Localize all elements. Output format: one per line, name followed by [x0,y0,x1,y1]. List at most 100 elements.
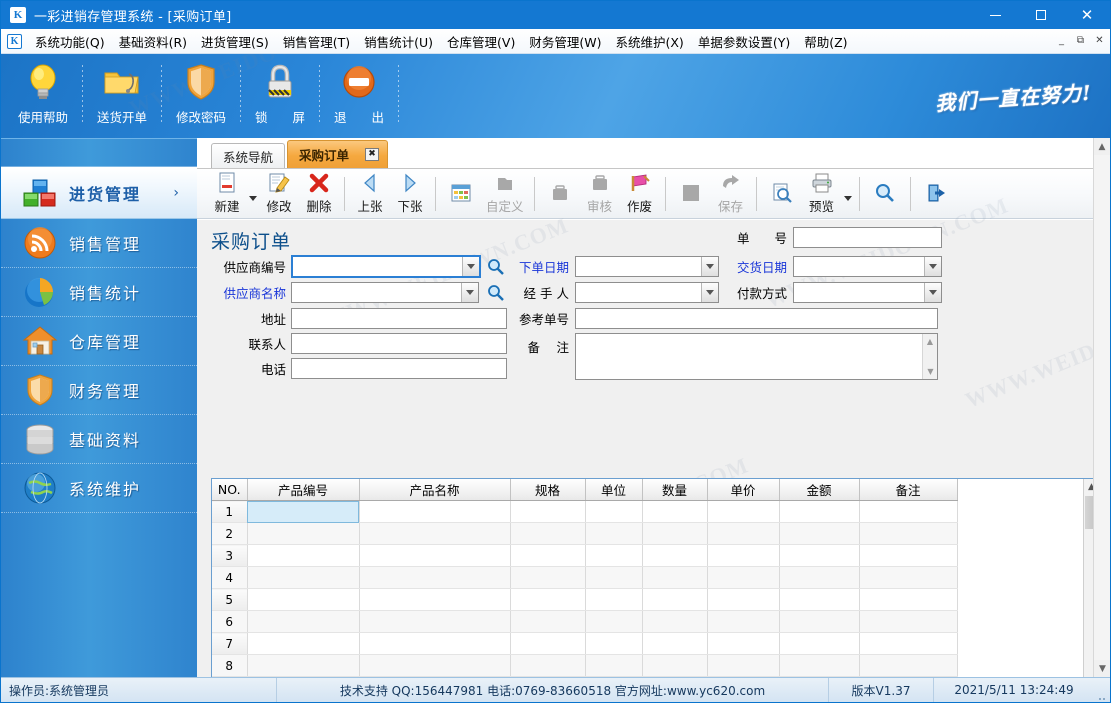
cell-remark[interactable] [859,522,958,545]
delivery-date-input[interactable] [793,256,942,277]
cell-product-name[interactable] [359,500,511,523]
toolbar-button-lock-screen[interactable]: 锁 屏 [244,59,316,126]
phone-input[interactable] [291,358,507,379]
menu-item-basic-data[interactable]: 基础资料(R) [112,29,194,54]
cell-product-name[interactable] [359,522,511,545]
cell-qty[interactable] [642,588,708,611]
close-button[interactable]: ✕ [1064,1,1110,29]
cell-product-name[interactable] [359,610,511,633]
menu-item-doc-params[interactable]: 单据参数设置(Y) [691,29,797,54]
form-button-customize[interactable] [441,171,481,217]
minimize-button[interactable] [972,1,1018,29]
cell-price[interactable] [707,522,780,545]
cell-qty[interactable] [642,566,708,589]
table-row[interactable]: 3 [212,544,958,567]
payment-method-dropdown-button[interactable] [924,283,941,302]
sidebar-item-sales-stats[interactable]: 销售统计 [1,268,197,317]
cell-spec[interactable] [510,522,586,545]
form-button-cancel[interactable]: 保存 [711,171,751,217]
cell-unit[interactable] [585,610,643,633]
cell-product-name[interactable] [359,588,511,611]
col-remark[interactable]: 备注 [859,479,958,501]
doc-no-input[interactable] [793,227,942,248]
cell-amount[interactable] [779,522,860,545]
order-date-input[interactable] [575,256,719,277]
cell-product-name[interactable] [359,632,511,655]
handler-dropdown-button[interactable] [701,283,718,302]
cell-spec[interactable] [510,632,586,655]
table-row[interactable]: 6 [212,610,958,633]
contact-input[interactable] [291,333,507,354]
ref-no-input[interactable] [575,308,938,329]
col-spec[interactable]: 规格 [510,479,586,501]
print-dropdown-button[interactable] [842,171,854,217]
col-product-code[interactable]: 产品编号 [247,479,360,501]
menu-item-finance[interactable]: 财务管理(W) [522,29,608,54]
sidebar-item-sales[interactable]: 销售管理 [1,219,197,268]
scroll-up-icon[interactable]: ▲ [923,334,937,349]
cell-unit[interactable] [585,544,643,567]
form-button-void[interactable]: 审核 [580,171,620,217]
toolbar-button-delivery-order[interactable]: 送货开单 [86,59,158,126]
panel-scroll-up-icon[interactable]: ▲ [1094,138,1110,155]
table-row[interactable]: 8 [212,654,958,677]
cell-unit[interactable] [585,500,643,523]
cell-remark[interactable] [859,544,958,567]
mdi-close-button[interactable]: ✕ [1091,32,1108,49]
toolbar-button-help[interactable]: 使用帮助 [7,59,79,126]
cell-product-code[interactable] [247,566,360,589]
cell-unit[interactable] [585,588,643,611]
table-row[interactable]: 1 [212,500,958,523]
cell-amount[interactable] [779,566,860,589]
col-price[interactable]: 单价 [707,479,780,501]
cell-qty[interactable] [642,610,708,633]
cell-product-code[interactable] [247,610,360,633]
supplier-name-lookup-button[interactable] [487,284,504,301]
cell-remark[interactable] [859,500,958,523]
cell-remark[interactable] [859,654,958,677]
cell-remark[interactable] [859,566,958,589]
tab-close-icon[interactable]: ✖ [365,148,380,161]
sidebar-item-purchase[interactable]: 进货管理 › [1,167,197,219]
menu-item-sales-stats[interactable]: 销售统计(U) [357,29,440,54]
sidebar-item-warehouse[interactable]: 仓库管理 [1,317,197,366]
table-row[interactable]: 7 [212,632,958,655]
cell-spec[interactable] [510,588,586,611]
table-row[interactable]: 2 [212,522,958,545]
toolbar-button-change-password[interactable]: 修改密码 [165,59,237,126]
cell-product-code[interactable] [247,654,360,677]
form-button-new[interactable]: 新建 [207,171,247,217]
delivery-date-dropdown-button[interactable] [924,257,941,276]
cell-product-code[interactable] [247,500,360,523]
form-button-doc-status[interactable]: 作废 [620,171,660,217]
menu-item-purchase[interactable]: 进货管理(S) [194,29,276,54]
cell-unit[interactable] [585,522,643,545]
cell-price[interactable] [707,566,780,589]
cell-product-name[interactable] [359,544,511,567]
cell-unit[interactable] [585,632,643,655]
resize-grip-icon[interactable] [1094,678,1110,703]
supplier-code-input[interactable] [291,255,481,278]
cell-qty[interactable] [642,500,708,523]
cell-spec[interactable] [510,566,586,589]
cell-qty[interactable] [642,544,708,567]
panel-vertical-scrollbar[interactable]: ▲ ▼ [1093,138,1110,677]
mdi-minimize-button[interactable]: _ [1053,32,1070,49]
cell-product-name[interactable] [359,566,511,589]
menu-item-warehouse[interactable]: 仓库管理(V) [440,29,522,54]
cell-unit[interactable] [585,566,643,589]
cell-product-code[interactable] [247,632,360,655]
cell-product-code[interactable] [247,522,360,545]
cell-spec[interactable] [510,654,586,677]
cell-amount[interactable] [779,588,860,611]
cell-spec[interactable] [510,610,586,633]
cell-qty[interactable] [642,632,708,655]
form-button-save[interactable] [671,171,711,217]
tab-purchase-order[interactable]: 采购订单 ✖ [287,140,389,168]
cell-price[interactable] [707,632,780,655]
form-button-delete[interactable]: 删除 [299,171,339,217]
menu-item-maintenance[interactable]: 系统维护(X) [608,29,690,54]
cell-amount[interactable] [779,500,860,523]
cell-price[interactable] [707,544,780,567]
supplier-name-input[interactable] [291,282,479,303]
